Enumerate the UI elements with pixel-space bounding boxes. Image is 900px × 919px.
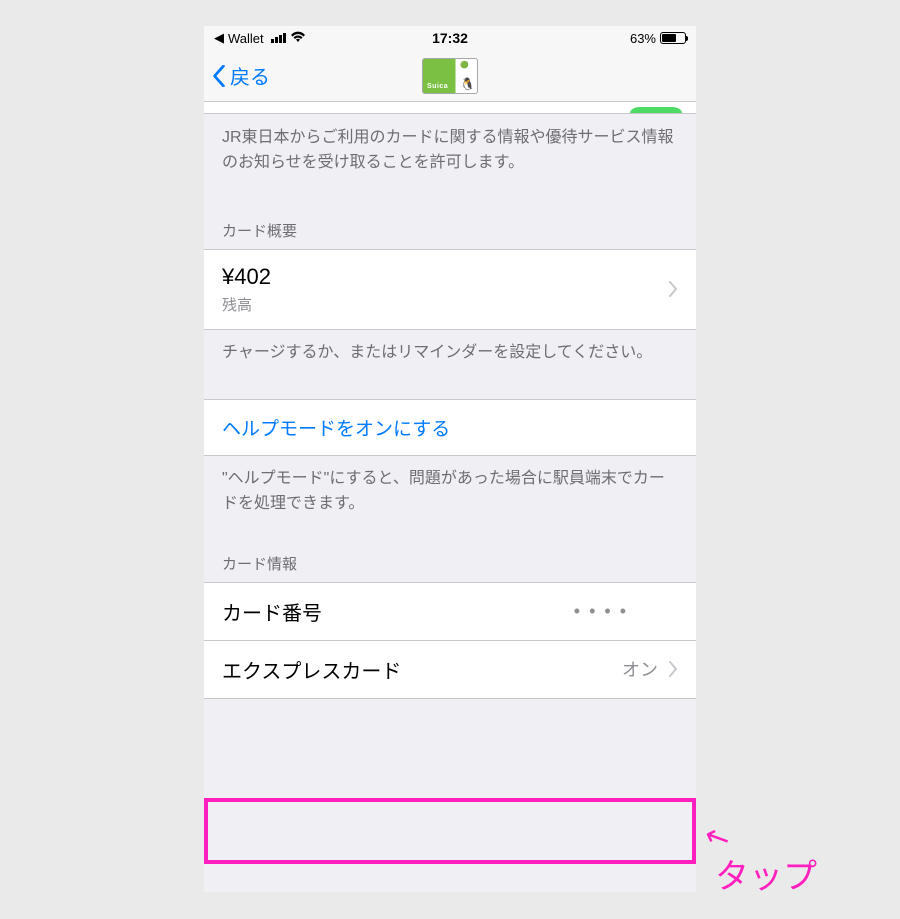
chevron-right-icon	[668, 661, 678, 677]
balance-amount: ¥402	[222, 264, 271, 290]
back-to-app-caret[interactable]: ◀	[214, 30, 224, 46]
chevron-right-icon	[668, 281, 678, 297]
toggle-on-fragment[interactable]	[630, 107, 682, 113]
card-number-label: カード番号	[222, 597, 322, 626]
back-button[interactable]: 戻る	[204, 61, 270, 90]
battery-percent: 63%	[630, 31, 656, 46]
express-card-label: エクスプレスカード	[222, 655, 401, 684]
suica-brand-label: Suica	[425, 82, 450, 91]
help-mode-footer: "ヘルプモード"にすると、問題があった場合に駅員端末でカードを処理できます。	[204, 455, 696, 527]
help-mode-label: ヘルプモードをオンにする	[222, 414, 450, 441]
express-card-cell[interactable]: エクスプレスカード オン	[204, 640, 696, 699]
status-left: ◀ Wallet	[214, 30, 306, 46]
balance-cell[interactable]: ¥402 残高	[204, 249, 696, 330]
overview-header: カード概要	[204, 186, 696, 249]
card-info-header: カード情報	[204, 527, 696, 582]
annotation-tap-label: タップ	[715, 849, 817, 898]
annotation-tap: ↖ タップ	[705, 823, 817, 898]
card-number-cell[interactable]: カード番号 • • • •	[204, 582, 696, 641]
nav-bar: 戻る 🟢 Suica 🐧	[204, 50, 696, 102]
back-to-app-label[interactable]: Wallet	[228, 31, 264, 46]
battery-icon	[660, 32, 686, 44]
express-card-value: オン	[622, 656, 658, 682]
cellular-signal-icon	[271, 33, 286, 43]
overview-footer: チャージするか、またはリマインダーを設定してください。	[204, 329, 696, 376]
status-bar: ◀ Wallet 17:32 63%	[204, 26, 696, 50]
chevron-left-icon	[212, 65, 226, 87]
suica-card-icon: 🟢 Suica 🐧	[422, 58, 478, 94]
back-button-label: 戻る	[230, 61, 270, 90]
phone-screen: ◀ Wallet 17:32 63% 戻る 🟢 Suica 🐧 JR東日本からご…	[204, 26, 696, 892]
help-mode-cell[interactable]: ヘルプモードをオンにする	[204, 399, 696, 456]
status-right: 63%	[630, 31, 686, 46]
notifications-footer: JR東日本からご利用のカードに関する情報や優待サービス情報のお知らせを受け取るこ…	[204, 114, 696, 186]
wifi-icon	[290, 31, 306, 46]
card-number-value: • • • •	[574, 601, 628, 622]
balance-label: 残高	[222, 294, 271, 315]
partial-previous-cell	[204, 102, 696, 114]
